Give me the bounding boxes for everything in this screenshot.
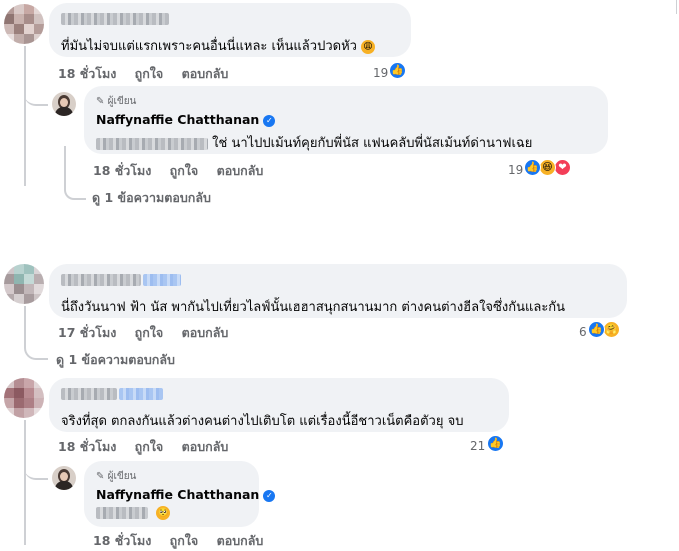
blurred-badge (119, 388, 163, 400)
pencil-icon: ✎ (96, 96, 105, 107)
reaction-count[interactable]: 19 (508, 163, 523, 177)
comment-actions: 17 ชั่วโมง ถูกใจ ตอบกลับ (58, 323, 242, 343)
reply-button[interactable]: ตอบกลับ (182, 439, 229, 454)
blurred-username (61, 388, 117, 400)
commenter-name[interactable]: Naffynaffie Chatthanan ✓ (96, 112, 276, 127)
reply-button[interactable]: ตอบกลับ (182, 325, 229, 340)
reply-bubble: ✎ ผู้เขียน Naffynaffie Chatthanan ✓ ใช่ น… (84, 86, 608, 154)
reaction-count[interactable]: 21 (470, 439, 485, 453)
timestamp[interactable]: 17 ชั่วโมง (58, 325, 116, 340)
verified-badge-icon: ✓ (263, 489, 276, 502)
blurred-mention (96, 137, 208, 150)
pencil-icon: ✎ (96, 471, 105, 482)
view-replies-link[interactable]: ดู 1 ข้อความตอบกลับ (92, 188, 211, 208)
thread-connector (64, 146, 86, 200)
comment-actions: 18 ชั่วโมง ถูกใจ ตอบกลับ (58, 437, 242, 457)
reply-bubble: ✎ ผู้เขียน Naffynaffie Chatthanan ✓ 🥺 (84, 461, 276, 527)
haha-reaction-icon: 😆 (539, 159, 556, 176)
like-reaction-icon: 👍 (588, 321, 605, 338)
thread-connector (24, 80, 48, 106)
author-avatar[interactable] (52, 92, 76, 116)
like-button[interactable]: ถูกใจ (135, 66, 164, 81)
comment-bubble: จริงที่สุด ตกลงกันแล้วต่างคนต่างไปเติบโต… (49, 378, 509, 432)
love-reaction-icon: ❤ (554, 159, 571, 176)
blurred-mention (96, 506, 148, 519)
like-button[interactable]: ถูกใจ (170, 533, 199, 548)
pleading-face-icon: 🥺 (156, 505, 171, 520)
like-reaction-icon: 👍 (524, 159, 541, 176)
thread-connector (24, 454, 48, 480)
like-button[interactable]: ถูกใจ (135, 325, 164, 340)
like-reaction-icon: 👍 (487, 435, 504, 452)
comment-text: จริงที่สุด ตกลงกันแล้วต่างคนต่างไปเติบโต… (61, 414, 464, 429)
author-avatar[interactable] (52, 466, 76, 490)
like-button[interactable]: ถูกใจ (135, 439, 164, 454)
author-badge: ผู้เขียน (107, 471, 137, 482)
blurred-badge (143, 274, 181, 286)
comment-text: นี่ถึงวันนาฟ ฟ้า นัส พากันไปเที่ยวไลฟ์นั… (61, 300, 566, 315)
view-replies-link[interactable]: ดู 1 ข้อความตอบกลับ (56, 350, 175, 370)
timestamp[interactable]: 18 ชั่วโมง (93, 163, 151, 178)
scroll-divider (676, 0, 677, 14)
author-badge: ผู้เขียน (107, 96, 137, 107)
timestamp[interactable]: 18 ชั่วโมง (93, 533, 151, 548)
timestamp[interactable]: 18 ชั่วโมง (58, 66, 116, 81)
avatar[interactable] (4, 4, 44, 44)
like-button[interactable]: ถูกใจ (170, 163, 199, 178)
like-reaction-icon: 👍 (389, 62, 406, 79)
comment-bubble: ที่มันไม่จบแต่แรกเพราะคนอื่นนี่แหละ เห็น… (49, 3, 411, 57)
weary-face-icon: 😩 (360, 39, 375, 54)
care-reaction-icon: 🤗 (603, 321, 620, 338)
thread-line (24, 420, 26, 545)
reply-button[interactable]: ตอบกลับ (182, 66, 229, 81)
comment-bubble: นี่ถึงวันนาฟ ฟ้า นัส พากันไปเที่ยวไลฟ์นั… (49, 264, 627, 318)
comment-actions: 18 ชั่วโมง ถูกใจ ตอบกลับ (58, 64, 242, 84)
thread-line (24, 46, 26, 186)
reply-text: ใช่ นาไปปเม้นท์คุยกับพี่นัส แฟนคลับพี่นั… (96, 132, 532, 153)
blurred-username (61, 274, 141, 286)
reply-actions: 18 ชั่วโมง ถูกใจ ตอบกลับ (93, 161, 277, 181)
reply-actions: 18 ชั่วโมง ถูกใจ ตอบกลับ (93, 531, 277, 551)
reply-button[interactable]: ตอบกลับ (217, 163, 264, 178)
commenter-name[interactable]: Naffynaffie Chatthanan ✓ (96, 487, 276, 502)
reaction-count[interactable]: 19 (373, 66, 388, 80)
avatar[interactable] (4, 378, 44, 418)
reply-text: 🥺 (96, 505, 171, 520)
timestamp[interactable]: 18 ชั่วโมง (58, 439, 116, 454)
comment-text: ที่มันไม่จบแต่แรกเพราะคนอื่นนี่แหละ เห็น… (61, 35, 375, 56)
verified-badge-icon: ✓ (263, 114, 276, 127)
thread-connector (24, 306, 48, 360)
avatar[interactable] (4, 264, 44, 304)
blurred-username (61, 13, 169, 25)
reply-button[interactable]: ตอบกลับ (217, 533, 264, 548)
reaction-count[interactable]: 6 (579, 325, 587, 339)
